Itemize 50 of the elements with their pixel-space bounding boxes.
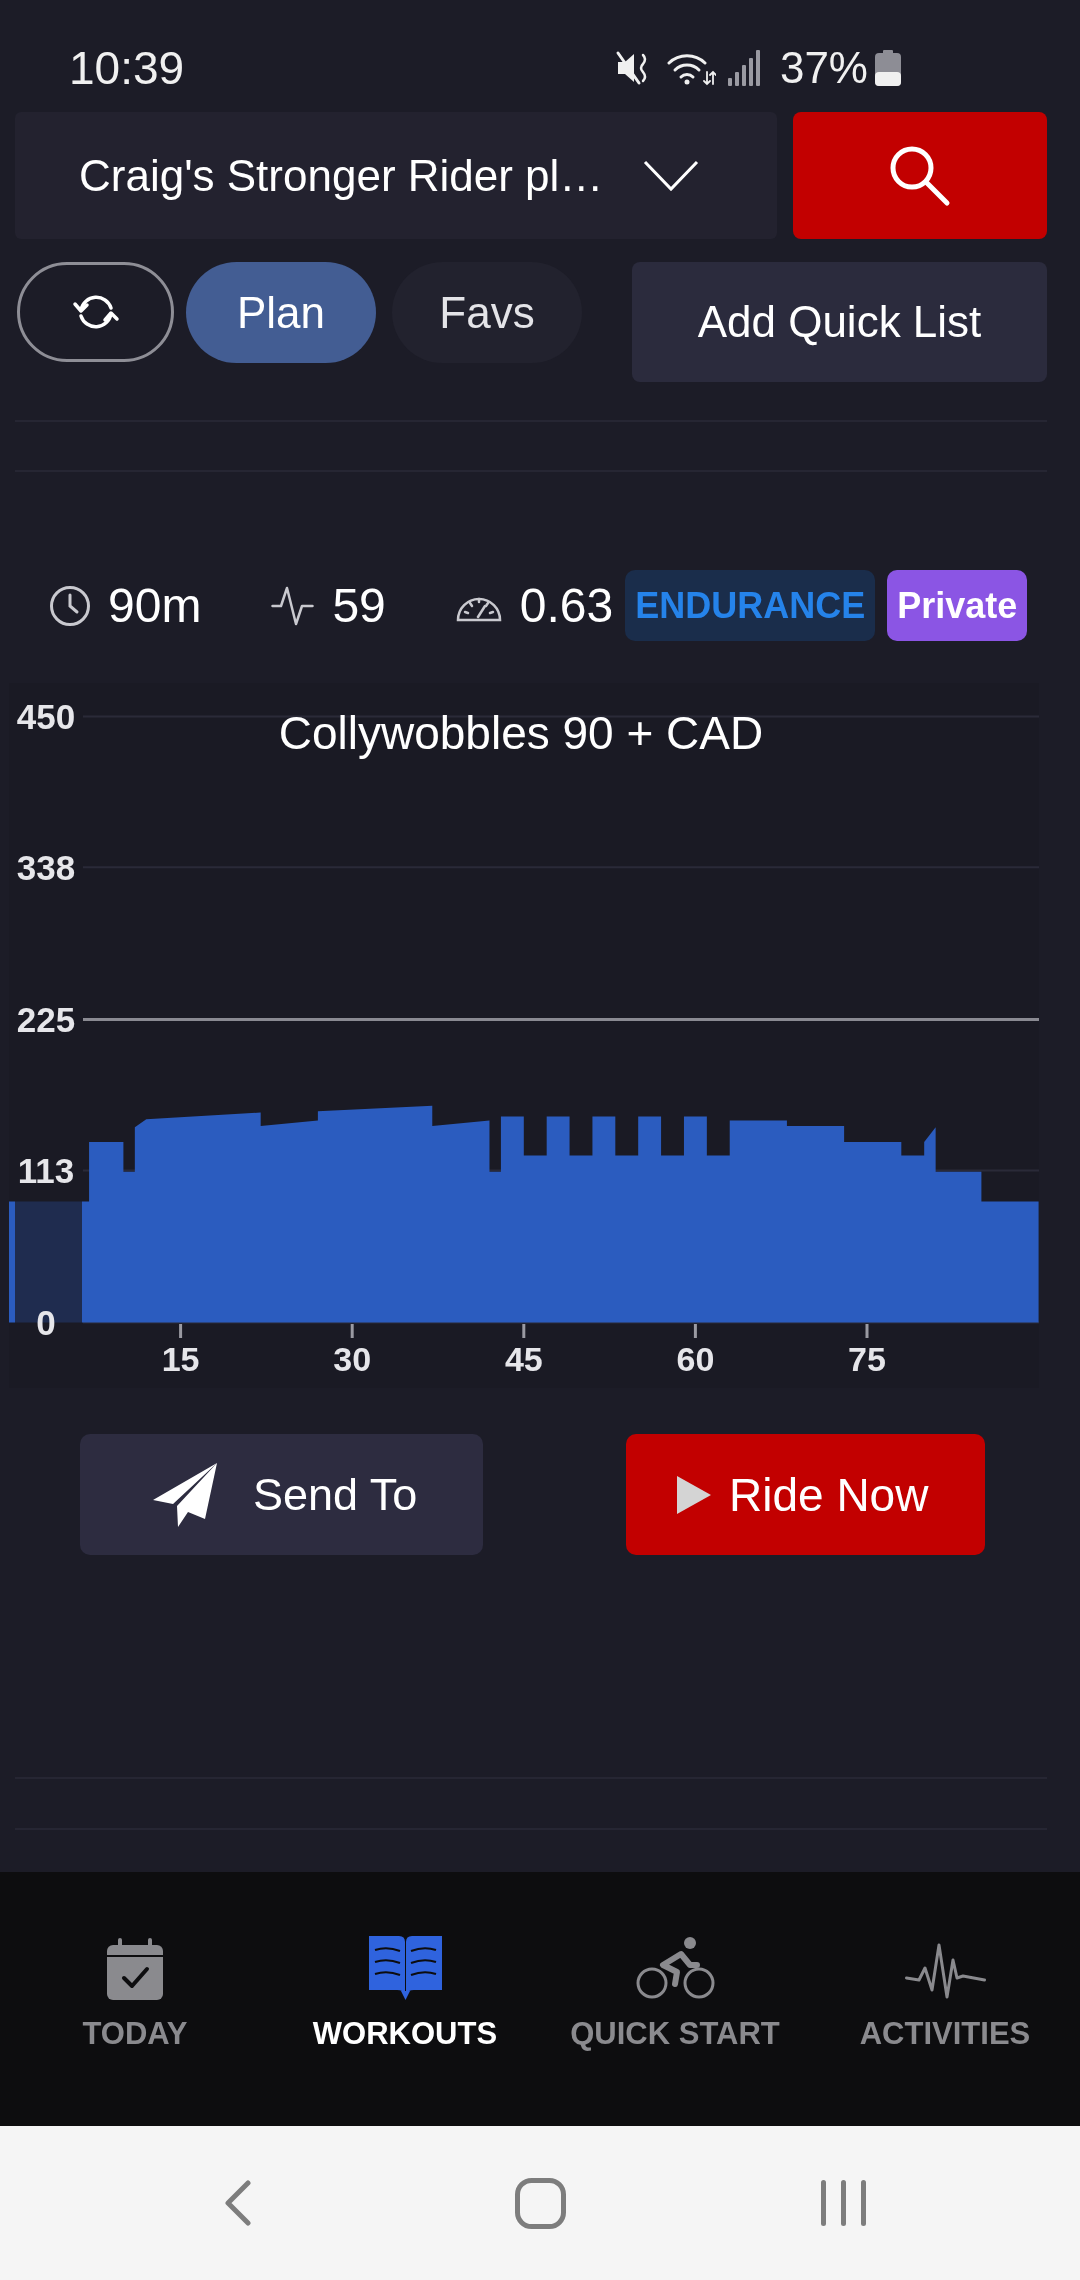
nav-tab[interactable]: QUICK START <box>540 1872 810 2126</box>
axis-tick-label: 45 <box>504 1340 543 1378</box>
filter-tab[interactable]: Favs <box>392 262 582 363</box>
send-to-button[interactable]: Send To <box>80 1434 483 1555</box>
axis-tick-label: 15 <box>161 1340 200 1378</box>
recent-apps-icon[interactable] <box>821 2180 866 2226</box>
axis-tick-label: 0 <box>36 1303 56 1343</box>
paper-plane-icon <box>153 1462 217 1527</box>
score-value: 59 <box>332 581 386 630</box>
plan-dropdown[interactable]: Craig's Stronger Rider pl… <box>15 112 777 239</box>
axis-tick-label: 113 <box>17 1150 75 1190</box>
cyclist-icon <box>635 1936 715 2000</box>
home-icon[interactable] <box>515 2177 566 2229</box>
status-time: 10:39 <box>69 45 185 91</box>
axis-tick-label: 75 <box>848 1340 886 1378</box>
tick-mark <box>693 1324 697 1338</box>
axis-tick-label: 450 <box>16 697 76 736</box>
intensity-value: 0.63 <box>519 581 614 630</box>
pulse-icon <box>271 584 315 627</box>
tick-mark <box>350 1324 354 1338</box>
privacy-tag: Private <box>887 570 1028 641</box>
nav-tab[interactable]: ACTIVITIES <box>810 1872 1080 2126</box>
chevron-down-icon <box>643 159 700 192</box>
heartbeat-icon <box>904 1942 986 2000</box>
search-button[interactable] <box>793 112 1047 239</box>
clock-icon <box>50 585 90 626</box>
tick-mark <box>179 1324 183 1338</box>
play-icon <box>677 1475 711 1514</box>
refresh-button[interactable] <box>17 262 174 362</box>
axis-tick-label: 225 <box>16 1000 76 1040</box>
calendar-icon <box>107 1938 163 2000</box>
duration-value: 90m <box>108 581 202 630</box>
signal-icon <box>727 50 761 86</box>
filter-tab[interactable]: Plan <box>186 262 376 363</box>
tick-mark <box>522 1324 526 1338</box>
battery-icon <box>875 50 901 86</box>
battery-percent: 37% <box>779 46 868 90</box>
axis-tick-label: 30 <box>333 1340 372 1378</box>
back-icon[interactable] <box>224 2180 251 2226</box>
add-quick-list-button[interactable]: Add Quick List <box>632 262 1047 382</box>
tick-mark <box>865 1324 869 1338</box>
axis-tick-label: 338 <box>16 847 76 887</box>
search-icon <box>889 144 951 207</box>
category-tag: ENDURANCE <box>625 570 876 641</box>
axis-tick-label: 60 <box>676 1340 715 1378</box>
open-book-icon <box>368 1934 442 2000</box>
ride-now-button[interactable]: Ride Now <box>626 1434 985 1555</box>
chart-title: Collywobbles 90 + CAD <box>278 707 764 759</box>
nav-tab[interactable]: WORKOUTS <box>270 1872 540 2126</box>
nav-tab[interactable]: TODAY <box>0 1872 270 2126</box>
